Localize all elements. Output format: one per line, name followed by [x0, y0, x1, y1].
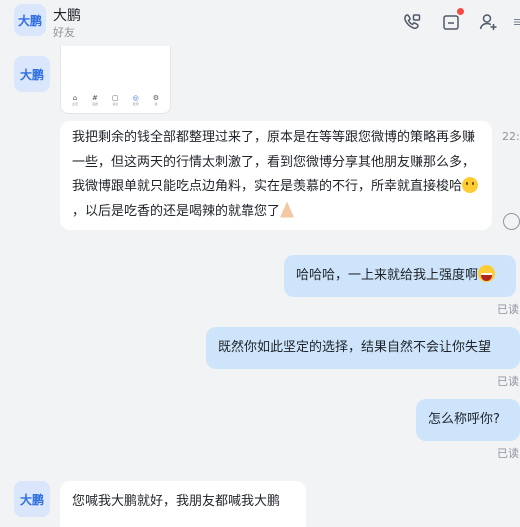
message-bubble-outgoing[interactable]: 怎么称呼你? — [416, 399, 520, 441]
contact-relation-label: 好友 — [53, 26, 75, 39]
read-status: 已读 — [497, 375, 519, 388]
message-bubble-outgoing[interactable]: 哈哈哈，一上来就给我上强度啊 — [284, 255, 516, 297]
video-call-icon[interactable] — [401, 11, 423, 33]
read-status: 已读 — [497, 447, 519, 460]
message-text: 既然你如此坚定的选择，结果自然不会让你失望 — [218, 340, 492, 355]
contact-avatar[interactable]: 大鹏 — [14, 481, 50, 517]
read-status: 已读 — [497, 303, 519, 316]
contact-name[interactable]: 大鹏 — [53, 5, 81, 25]
reaction-emoji-icon[interactable] — [503, 213, 520, 230]
message-text: 我把剩余的钱全部都整理过来了，原本是在等等跟您微博的策略再多赚一些，但这两天的行… — [72, 130, 476, 194]
folded-hands-emoji — [280, 201, 295, 218]
image-message-thumbnail[interactable]: ⌂ 主页 # 话题 ▢ 消息 ◎ 发现 ⚙ 我 — [60, 46, 171, 114]
more-icon[interactable] — [512, 11, 520, 33]
message-text: ，以后是吃香的还是喝辣的就靠您了 — [72, 203, 281, 219]
message-bubble-outgoing[interactable]: 既然你如此坚定的选择，结果自然不会让你失望 — [206, 327, 520, 369]
thumbnail-tab: ◎ 发现 — [132, 93, 139, 106]
message-timestamp: 22:4 — [502, 130, 520, 143]
thumbnail-tab: ⌂ 主页 — [71, 93, 78, 106]
chat-header: 大鹏 大鹏 好友 — [0, 0, 520, 46]
message-text: 怎么称呼你? — [428, 412, 500, 427]
message-bubble-incoming[interactable]: 我把剩余的钱全部都整理过来了，原本是在等等跟您微博的策略再多赚一些，但这两天的行… — [60, 121, 492, 230]
thinking-face-emoji — [462, 177, 479, 193]
add-member-icon[interactable] — [477, 11, 499, 33]
message-bubble-incoming[interactable]: 您喊我大鹏就好，我朋友都喊我大鹏 — [60, 481, 306, 527]
notification-dot — [457, 8, 464, 15]
thumbnail-tab: # 话题 — [91, 93, 98, 106]
thumbnail-tab: ⚙ 我 — [152, 93, 159, 106]
contact-avatar[interactable]: 大鹏 — [14, 56, 50, 92]
header-avatar[interactable]: 大鹏 — [14, 4, 46, 36]
thumbnail-tab-bar: ⌂ 主页 # 话题 ▢ 消息 ◎ 发现 ⚙ 我 — [65, 93, 166, 107]
document-icon[interactable] — [440, 8, 464, 33]
message-text: 您喊我大鹏就好，我朋友都喊我大鹏 — [72, 494, 281, 509]
grinning-face-emoji — [478, 265, 496, 282]
thumbnail-tab: ▢ 消息 — [111, 93, 119, 106]
message-text: 哈哈哈，一上来就给我上强度啊 — [296, 268, 479, 283]
